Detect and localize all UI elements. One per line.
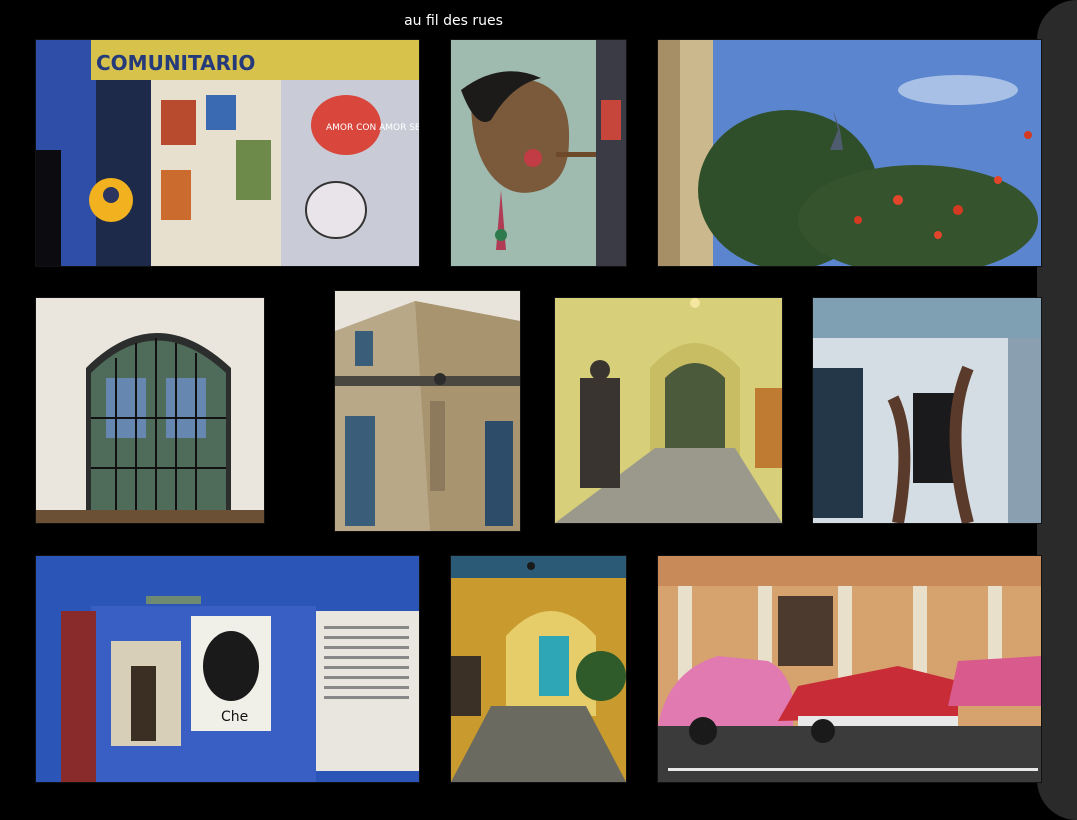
classic-cars-image — [658, 556, 1041, 782]
arched-gate-image — [36, 298, 264, 523]
collage-page: au fil des rues COMUNITARIO AMOR CON AMO… — [0, 0, 1077, 820]
mural-face-image — [451, 40, 626, 266]
photo-che-portrait-room[interactable]: Che — [35, 555, 420, 783]
photo-blue-door-archway[interactable] — [450, 555, 627, 783]
page-frame-edge — [1037, 0, 1077, 820]
blue-door-image — [451, 556, 626, 782]
sky-tree-image — [658, 40, 1041, 266]
mural-text: AMOR CON AMOR SE PAGA — [326, 123, 419, 133]
gallery-sign-text: COMUNITARIO — [96, 51, 255, 75]
photo-pink-classic-cars[interactable] — [657, 555, 1042, 783]
photo-street-art-gallery[interactable]: COMUNITARIO AMOR CON AMOR SE PAGA — [35, 39, 420, 267]
photo-mural-face-cigar[interactable] — [450, 39, 627, 267]
che-caption: Che — [221, 709, 248, 725]
colonial-building-image — [335, 291, 520, 531]
che-room-image: Che — [36, 556, 419, 782]
film-reel-facade-image — [813, 298, 1041, 523]
street-art-gallery-image: COMUNITARIO AMOR CON AMOR SE PAGA — [36, 40, 419, 266]
photo-colonial-corner-building[interactable] — [334, 290, 521, 532]
page-title: au fil des rues — [404, 13, 503, 29]
photo-film-reel-facade[interactable] — [812, 297, 1042, 524]
photo-arched-gate[interactable] — [35, 297, 265, 524]
statue-corridor-image — [555, 298, 782, 523]
photo-warrior-statue-corridor[interactable] — [554, 297, 783, 524]
photo-sky-tree-statue[interactable] — [657, 39, 1042, 267]
